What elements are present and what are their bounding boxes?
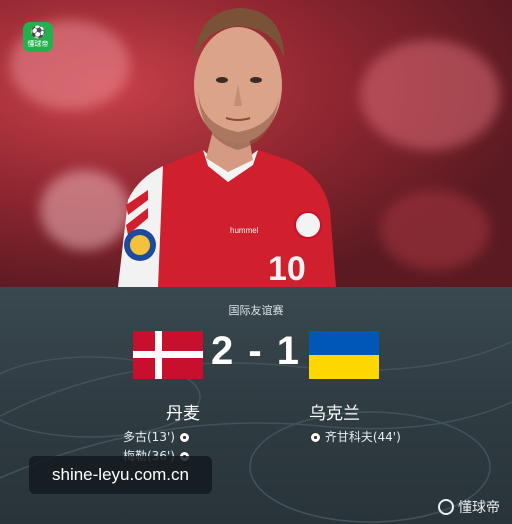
brand-ball-icon [438, 499, 454, 515]
site-watermark: shine-leyu.com.cn [29, 456, 212, 494]
home-scorer-1: 多古(13') [123, 430, 175, 444]
app-logo-text: 懂球帝 [27, 40, 49, 48]
goal-ball-icon [310, 432, 321, 443]
player-image: 10 hummel [118, 8, 336, 287]
ukraine-flag-icon [309, 331, 379, 379]
match-score: 2 - 1 [210, 329, 302, 373]
away-team-name: 乌克兰 [309, 404, 360, 424]
header-photo: ⚽ 懂球帝 10 hummel [0, 0, 512, 287]
home-scorer: 多古(13') [123, 428, 190, 445]
soccer-ball-icon: ⚽ [30, 25, 46, 39]
kit-brand: hummel [230, 226, 259, 235]
shirt-number: 10 [268, 250, 306, 287]
goal-ball-icon [178, 432, 190, 443]
app-logo-icon: ⚽ 懂球帝 [23, 22, 53, 52]
brand-text: 懂球帝 [458, 500, 500, 516]
denmark-flag-icon [133, 331, 203, 379]
away-scorer: 齐甘科夫(44') [310, 428, 401, 445]
away-scorer-1: 齐甘科夫(44') [324, 430, 401, 444]
brand-logo: 懂球帝 [438, 497, 500, 517]
competition-label: 国际友谊赛 [228, 304, 284, 317]
home-team-name: 丹麦 [166, 404, 200, 424]
